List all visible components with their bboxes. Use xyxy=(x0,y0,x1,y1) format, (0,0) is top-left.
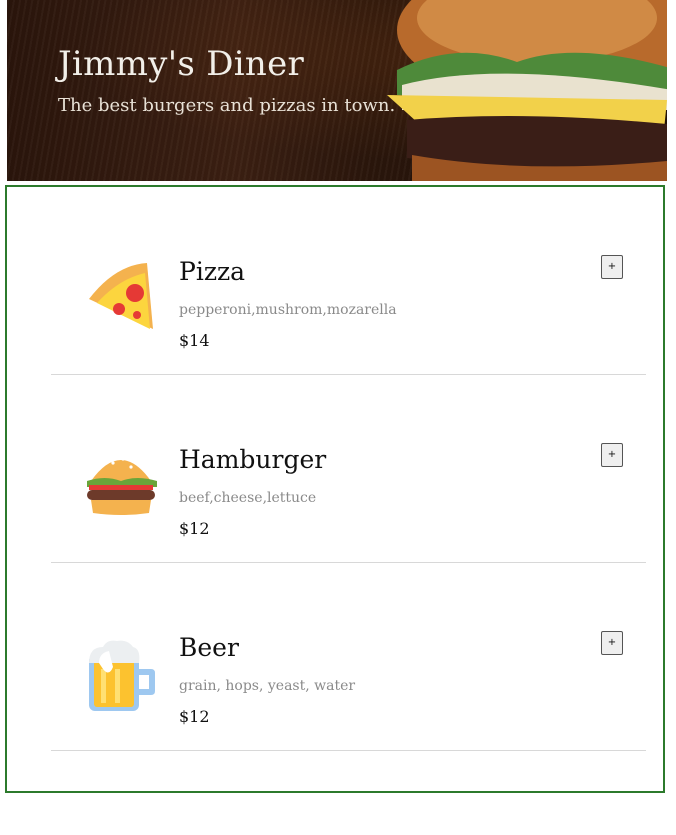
beer-icon xyxy=(89,640,155,711)
item-ingredients: beef,cheese,lettuce xyxy=(179,490,317,506)
item-price: $12 xyxy=(179,707,210,726)
menu-list: Pizza pepperoni,mushrom,mozarella $14 + … xyxy=(5,185,665,793)
item-ingredients: grain, hops, yeast, water xyxy=(179,678,356,694)
item-price: $14 xyxy=(179,331,210,350)
pizza-icon xyxy=(89,263,153,329)
hero-banner: Jimmy's Diner The best burgers and pizza… xyxy=(7,0,667,181)
menu-item-hamburger: Hamburger beef,cheese,lettuce $12 + xyxy=(51,375,646,563)
hero-burger-image xyxy=(387,0,667,181)
add-pizza-button[interactable]: + xyxy=(601,255,623,279)
menu-item-beer: Beer grain, hops, yeast, water $12 + xyxy=(51,563,646,751)
add-beer-button[interactable]: + xyxy=(601,631,623,655)
add-hamburger-button[interactable]: + xyxy=(601,443,623,467)
item-name: Hamburger xyxy=(179,445,327,474)
menu-item-pizza: Pizza pepperoni,mushrom,mozarella $14 + xyxy=(51,187,646,375)
hamburger-icon xyxy=(87,457,157,515)
item-ingredients: pepperoni,mushrom,mozarella xyxy=(179,302,397,318)
site-subtitle: The best burgers and pizzas in town. xyxy=(58,95,396,116)
item-name: Pizza xyxy=(179,257,246,286)
item-price: $12 xyxy=(179,519,210,538)
site-title: Jimmy's Diner xyxy=(58,44,305,84)
item-name: Beer xyxy=(179,633,239,662)
